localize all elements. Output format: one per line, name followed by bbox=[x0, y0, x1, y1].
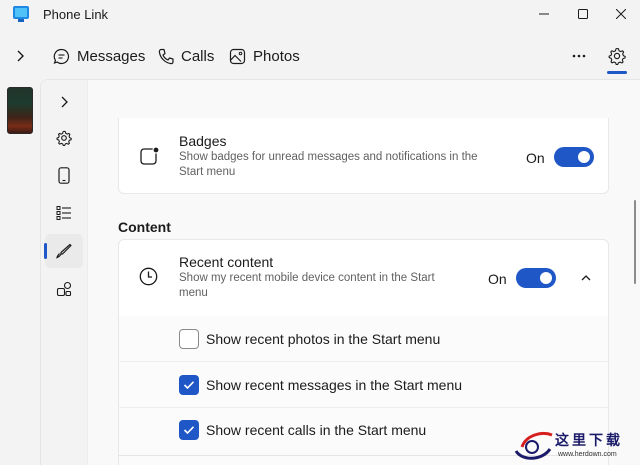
phone-icon bbox=[158, 48, 174, 64]
close-icon bbox=[616, 9, 626, 19]
clock-icon bbox=[139, 267, 158, 291]
tab-calls-label: Calls bbox=[181, 47, 215, 65]
badges-description: Show badges for unread messages and noti… bbox=[179, 151, 478, 178]
maximize-icon bbox=[578, 9, 588, 19]
minimize-icon bbox=[539, 13, 549, 15]
recent-content-toggle[interactable] bbox=[516, 268, 556, 288]
tab-messages[interactable]: Messages bbox=[53, 42, 145, 70]
rail-item-features[interactable] bbox=[45, 196, 83, 230]
section-heading-content: Content bbox=[118, 219, 171, 235]
checkmark-icon bbox=[183, 426, 195, 435]
recent-content-description: Show my recent mobile device content in … bbox=[179, 272, 435, 299]
close-button[interactable] bbox=[602, 0, 640, 28]
settings-button[interactable] bbox=[604, 42, 630, 70]
features-list-icon bbox=[56, 206, 71, 220]
app-title: Phone Link bbox=[43, 7, 109, 22]
rail-item-general[interactable] bbox=[45, 121, 83, 155]
watermark-text: 这里下载 bbox=[555, 433, 623, 449]
gear-icon bbox=[56, 130, 72, 146]
minimize-button[interactable] bbox=[525, 0, 563, 28]
vertical-scrollbar[interactable] bbox=[634, 200, 636, 284]
chevron-right-icon bbox=[17, 50, 24, 62]
badges-title: Badges bbox=[179, 133, 227, 149]
watermark-logo-icon bbox=[512, 427, 554, 465]
chat-bubble-icon bbox=[53, 48, 70, 64]
watermark-url: www.herdown.com bbox=[558, 451, 617, 458]
maximize-button[interactable] bbox=[564, 0, 602, 28]
tab-calls[interactable]: Calls bbox=[158, 42, 214, 70]
collapse-recent-content-button[interactable] bbox=[578, 270, 594, 286]
badge-notification-icon bbox=[140, 146, 160, 171]
recent-photos-label: Show recent photos in the Start menu bbox=[206, 331, 441, 347]
more-options-button[interactable] bbox=[566, 42, 592, 70]
recent-content-title: Recent content bbox=[179, 254, 274, 270]
rail-item-apps[interactable] bbox=[45, 272, 83, 306]
phone-link-logo-icon bbox=[12, 5, 30, 23]
recent-messages-checkbox[interactable] bbox=[179, 375, 199, 395]
tab-photos-label: Photos bbox=[253, 47, 300, 65]
recent-photos-checkbox[interactable] bbox=[179, 329, 199, 349]
rail-item-personalization[interactable] bbox=[45, 234, 83, 268]
brush-icon bbox=[56, 243, 72, 259]
apps-icon bbox=[56, 281, 72, 297]
rail-collapse-button[interactable] bbox=[45, 85, 83, 119]
recent-calls-label: Show recent calls in the Start menu bbox=[206, 422, 427, 438]
recent-messages-label: Show recent messages in the Start menu bbox=[206, 377, 463, 393]
recent-calls-checkbox[interactable] bbox=[179, 420, 199, 440]
divider bbox=[118, 361, 609, 362]
badges-toggle[interactable] bbox=[554, 147, 594, 167]
gear-icon bbox=[608, 47, 626, 65]
rail-item-my-devices[interactable] bbox=[45, 158, 83, 192]
recent-content-toggle-label: On bbox=[488, 271, 507, 287]
divider bbox=[118, 407, 609, 408]
tab-photos[interactable]: Photos bbox=[229, 42, 300, 70]
chevron-right-icon bbox=[61, 96, 68, 108]
checkmark-icon bbox=[183, 381, 195, 390]
tab-messages-label: Messages bbox=[77, 47, 146, 65]
chevron-up-icon bbox=[581, 275, 591, 281]
more-dots-icon bbox=[572, 54, 586, 58]
mobile-device-icon bbox=[58, 166, 70, 184]
rail-active-indicator bbox=[44, 243, 47, 259]
settings-active-indicator bbox=[607, 71, 627, 74]
connected-phone-thumbnail[interactable] bbox=[7, 87, 33, 134]
expand-sidebar-button[interactable] bbox=[8, 44, 32, 68]
photos-icon bbox=[229, 48, 246, 64]
badges-toggle-label: On bbox=[526, 150, 545, 166]
